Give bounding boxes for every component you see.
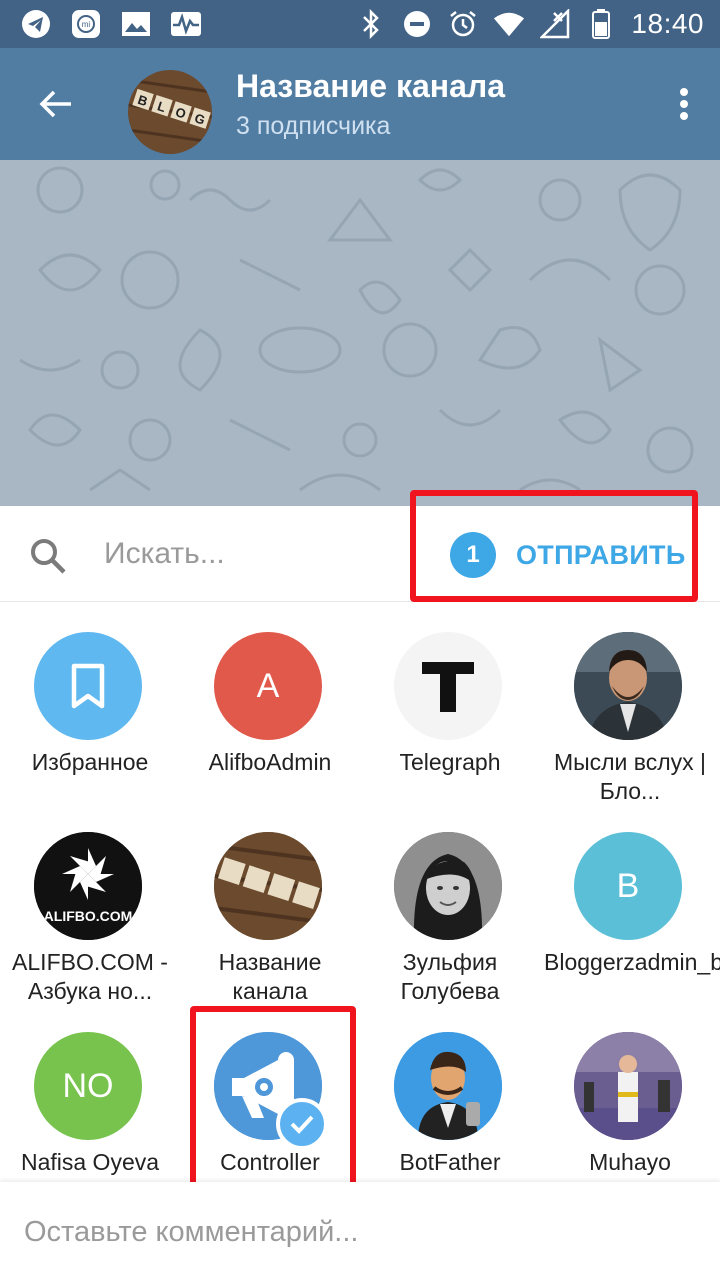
channel-title[interactable]: Название канала (236, 68, 505, 105)
telegram-icon (20, 8, 52, 40)
battery-icon (585, 8, 617, 40)
share-sheet: 1 ОТПРАВИТЬ Избранное A AlifboAdmin Tele… (0, 490, 720, 1280)
alarm-icon (447, 8, 479, 40)
dnd-icon (401, 8, 433, 40)
avatar (214, 832, 322, 940)
avatar-initials: A (256, 666, 280, 705)
contact-name: Избранное (31, 749, 149, 775)
contact-item[interactable]: Telegraph (360, 602, 540, 802)
dot-icon (680, 88, 688, 96)
channel-avatar[interactable]: B L O G (128, 70, 212, 154)
send-button[interactable]: 1 ОТПРАВИТЬ (450, 532, 686, 578)
avatar (574, 632, 682, 740)
contact-grid: Избранное A AlifboAdmin Telegraph Мысли … (0, 602, 720, 1182)
dot-icon (680, 100, 688, 108)
contact-name: Nafisa Oyeva (20, 1149, 160, 1175)
more-menu-button[interactable] (668, 82, 700, 126)
pulse-icon (170, 8, 202, 40)
search-row: 1 ОТПРАВИТЬ (0, 490, 720, 602)
status-time: 18:40 (631, 8, 704, 39)
contact-name: Muhayo (589, 1149, 671, 1175)
comment-input[interactable] (24, 1210, 704, 1254)
search-input[interactable] (104, 532, 394, 576)
wifi-icon (493, 8, 525, 40)
contact-item[interactable]: NO Nafisa Oyeva (0, 1002, 180, 1202)
botfather-icon (394, 1032, 502, 1140)
selected-highlight-box (190, 1006, 356, 1192)
arrow-left-icon (39, 90, 71, 118)
woman-photo-icon (394, 832, 502, 940)
person-photo-icon (574, 632, 682, 740)
bookmark-icon (71, 663, 105, 709)
svg-text:mi: mi (82, 20, 91, 29)
contact-name: Зульфия Голубева (400, 949, 500, 1004)
contact-item[interactable]: Мысли вслух | Бло... (540, 602, 720, 804)
contact-item[interactable]: B Bloggerzadmin_bot (540, 802, 720, 1002)
bluetooth-icon (355, 8, 387, 40)
contact-item[interactable]: Название канала (180, 802, 360, 1004)
blog-tiles-icon (214, 832, 322, 940)
contact-name: AlifboAdmin (208, 749, 332, 775)
contact-name: Название канала (218, 949, 322, 1004)
image-icon (120, 8, 152, 40)
avatar (394, 832, 502, 940)
avatar-text: ALIFBO.COM (43, 908, 133, 924)
contact-name: Bloggerzadmin_bot (544, 949, 720, 975)
avatar: B (574, 832, 682, 940)
comment-row (0, 1182, 720, 1280)
contact-item[interactable]: ALIFBO.COM ALIFBO.COM - Азбука но... (0, 802, 180, 1004)
selected-count-badge: 1 (450, 532, 496, 578)
contact-name: ALIFBO.COM - Азбука но... (12, 949, 168, 1004)
avatar-initials: B (616, 866, 640, 905)
back-button[interactable] (28, 76, 84, 132)
search-icon (31, 539, 66, 574)
send-label: ОТПРАВИТЬ (516, 539, 686, 570)
contact-item[interactable]: Избранное (0, 602, 180, 802)
avatar (394, 632, 502, 740)
avatar (394, 1032, 502, 1140)
telegraph-t-icon (422, 662, 474, 712)
contact-name: Telegraph (399, 749, 501, 775)
avatar: ALIFBO.COM (34, 832, 142, 940)
contact-item[interactable]: A AlifboAdmin (180, 602, 360, 802)
avatar-initials: NO (62, 1066, 114, 1105)
contact-item[interactable]: Muhayo (540, 1002, 720, 1202)
contact-name: Мысли вслух | Бло... (553, 749, 707, 804)
avatar (34, 632, 142, 740)
doodle-pattern (19, 166, 694, 492)
channel-subscribers: 3 подписчика (236, 112, 391, 140)
signal-icon (539, 8, 571, 40)
avatar: A (214, 632, 322, 740)
mi-icon: mi (70, 8, 102, 40)
contact-item[interactable]: Зульфия Голубева (360, 802, 540, 1004)
karate-photo-icon (574, 1032, 682, 1140)
chat-header: B L O G Название канала 3 подписчика (0, 48, 720, 160)
contact-name: BotFather (399, 1149, 501, 1175)
avatar (574, 1032, 682, 1140)
contact-item[interactable]: BotFather (360, 1002, 540, 1202)
chat-background (0, 160, 720, 506)
status-bar: mi 18:40 (0, 0, 720, 48)
dot-icon (680, 112, 688, 120)
avatar: NO (34, 1032, 142, 1140)
